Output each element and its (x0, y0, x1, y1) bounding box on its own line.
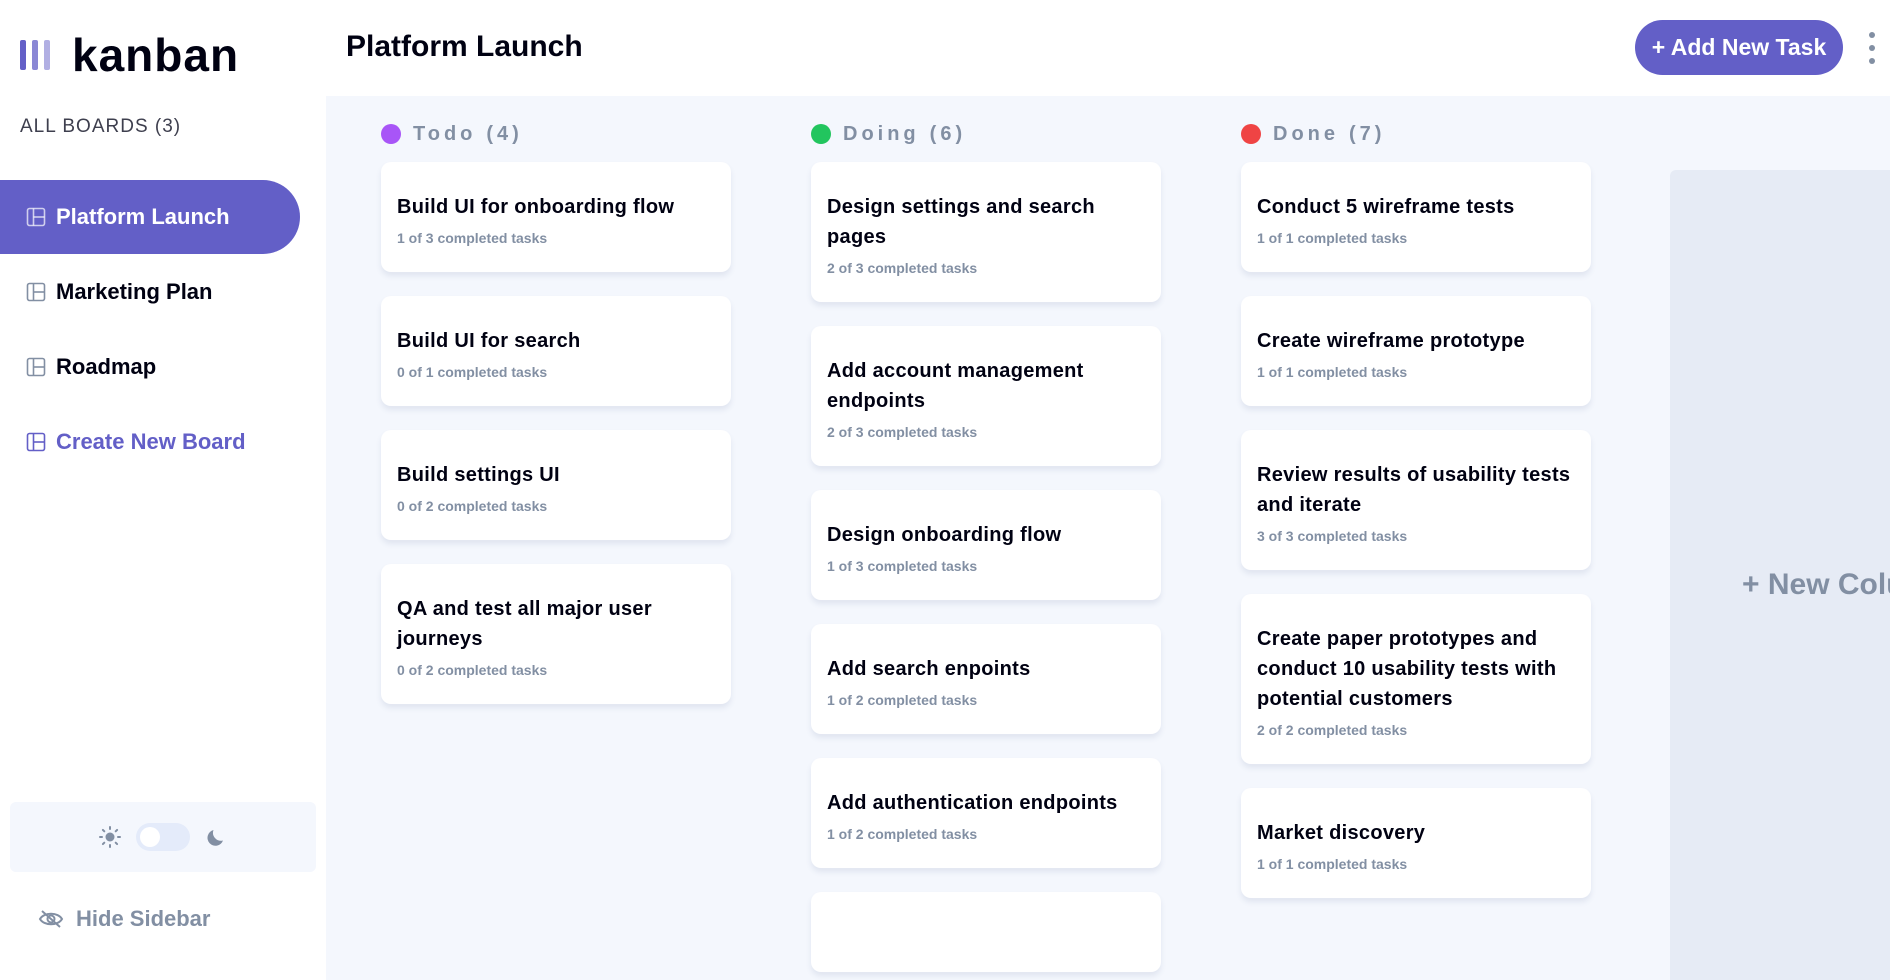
task-card[interactable]: Add search enpoints 1 of 2 completed task… (811, 624, 1161, 734)
sun-icon (99, 826, 121, 848)
board-icon (26, 207, 46, 227)
task-title: Add search enpoints (827, 658, 1031, 680)
column-name: Doing (843, 122, 920, 145)
page-title: Platform Launch (346, 30, 583, 63)
column-doing: Doing (6) Design settings and search pag… (756, 96, 1161, 980)
column-status-dot (1241, 124, 1261, 144)
task-title: Conduct 5 wireframe tests (1257, 196, 1515, 218)
vertical-ellipsis-icon[interactable] (1866, 32, 1878, 64)
column-name: Done (1273, 122, 1339, 145)
task-card[interactable]: Create paper prototypes and conduct 10 u… (1241, 594, 1591, 764)
sidebar-item-marketing-plan[interactable]: Marketing Plan (0, 255, 300, 329)
subtask-count: 0 of 1 completed tasks (397, 364, 548, 380)
subtask-count: 1 of 1 completed tasks (1257, 856, 1408, 872)
task-card[interactable]: QA and test all major user journeys 0 of … (381, 564, 731, 704)
column-done: Done (7) Conduct 5 wireframe tests 1 of 1… (1186, 96, 1591, 922)
task-card[interactable] (811, 892, 1161, 972)
add-new-task-button[interactable]: + Add New Task (1635, 20, 1843, 75)
task-title: Review results of usability tests and it… (1257, 464, 1571, 516)
subtask-count: 2 of 2 completed tasks (1257, 722, 1408, 738)
column-count: (7) (1349, 122, 1386, 145)
subtask-count: 1 of 2 completed tasks (827, 692, 978, 708)
sidebar-item-roadmap[interactable]: Roadmap (0, 330, 300, 404)
theme-toggle-switch[interactable] (136, 823, 190, 851)
column-count: (6) (929, 122, 967, 145)
task-title: Add account management endpoints (827, 360, 1084, 412)
task-card[interactable]: Add account management endpoints 2 of 3 c… (811, 326, 1161, 466)
create-new-board-button[interactable]: Create New Board (0, 405, 300, 479)
subtask-count: 1 of 1 completed tasks (1257, 364, 1408, 380)
task-card[interactable]: Design onboarding flow 1 of 3 completed t… (811, 490, 1161, 600)
create-new-board-label: Create New Board (56, 429, 246, 454)
subtask-count: 2 of 3 completed tasks (827, 260, 978, 276)
logo-text: kanban (72, 29, 240, 81)
theme-toggle-panel (10, 802, 316, 872)
task-card[interactable]: Build settings UI 0 of 2 completed tasks (381, 430, 731, 540)
column-count: (4) (486, 122, 523, 145)
card-list: Design settings and search pages 2 of 3 c… (756, 162, 1161, 972)
card-list: Conduct 5 wireframe tests 1 of 1 complete… (1186, 162, 1591, 898)
task-title: Design settings and search pages (827, 196, 1095, 248)
task-title: Build UI for onboarding flow (397, 196, 675, 218)
column-header: Todo (4) (326, 96, 676, 162)
task-title: Create wireframe prototype (1257, 330, 1525, 352)
moon-icon (207, 830, 223, 846)
sidebar: kanban ALL BOARDS (3) Platform Launch Ma… (0, 0, 326, 980)
hide-sidebar-label: Hide Sidebar (76, 906, 211, 931)
column-status-dot (811, 124, 831, 144)
subtask-count: 1 of 3 completed tasks (397, 230, 548, 246)
task-card[interactable]: Review results of usability tests and it… (1241, 430, 1591, 570)
column-status-dot (381, 124, 401, 144)
column-header: Done (7) (1186, 96, 1536, 162)
header: Platform Launch + Add New Task (326, 0, 1890, 96)
task-card[interactable]: Add authentication endpoints 1 of 2 compl… (811, 758, 1161, 868)
eye-slash-icon (38, 910, 64, 928)
subtask-count: 1 of 2 completed tasks (827, 826, 978, 842)
sidebar-item-label: Platform Launch (56, 204, 230, 229)
column-name: Todo (413, 122, 477, 145)
task-title: QA and test all major user journeys (397, 598, 652, 650)
task-title: Build UI for search (397, 330, 581, 352)
board-icon (26, 432, 46, 452)
hide-sidebar-button[interactable]: Hide Sidebar (38, 906, 210, 932)
task-title: Market discovery (1257, 822, 1426, 844)
card-list: Build UI for onboarding flow 1 of 3 compl… (326, 162, 731, 704)
column-header: Doing (6) (756, 96, 1106, 162)
new-column-button[interactable]: + New Column (1670, 170, 1890, 980)
task-title: Add authentication endpoints (827, 792, 1118, 814)
all-boards-label: ALL BOARDS (3) (20, 116, 182, 137)
subtask-count: 1 of 3 completed tasks (827, 558, 978, 574)
sidebar-item-label: Marketing Plan (56, 279, 213, 304)
sidebar-item-platform-launch[interactable]: Platform Launch (0, 180, 300, 254)
toggle-knob (140, 827, 160, 847)
task-card[interactable]: Design settings and search pages 2 of 3 c… (811, 162, 1161, 302)
subtask-count: 2 of 3 completed tasks (827, 424, 978, 440)
board-icon (26, 357, 46, 377)
column-todo: Todo (4) Build UI for onboarding flow 1 o… (326, 96, 731, 728)
subtask-count: 0 of 2 completed tasks (397, 662, 548, 678)
kanban-bars-icon (20, 40, 50, 70)
board: Todo (4) Build UI for onboarding flow 1 o… (326, 96, 1890, 980)
sidebar-item-label: Roadmap (56, 354, 157, 379)
subtask-count: 3 of 3 completed tasks (1257, 528, 1408, 544)
task-title: Build settings UI (397, 464, 560, 486)
subtask-count: 1 of 1 completed tasks (1257, 230, 1408, 246)
board-icon (26, 282, 46, 302)
task-title: Create paper prototypes and conduct 10 u… (1257, 628, 1557, 710)
subtask-count: 0 of 2 completed tasks (397, 498, 548, 514)
task-card[interactable]: Build UI for search 0 of 1 completed task… (381, 296, 731, 406)
task-card[interactable]: Create wireframe prototype 1 of 1 complet… (1241, 296, 1591, 406)
task-card[interactable]: Market discovery 1 of 1 completed tasks (1241, 788, 1591, 898)
logo: kanban (20, 28, 239, 82)
task-title: Design onboarding flow (827, 524, 1062, 546)
task-card[interactable]: Build UI for onboarding flow 1 of 3 compl… (381, 162, 731, 272)
task-card[interactable]: Conduct 5 wireframe tests 1 of 1 complete… (1241, 162, 1591, 272)
board-list: Platform Launch Marketing Plan Roadmap C… (0, 180, 300, 480)
